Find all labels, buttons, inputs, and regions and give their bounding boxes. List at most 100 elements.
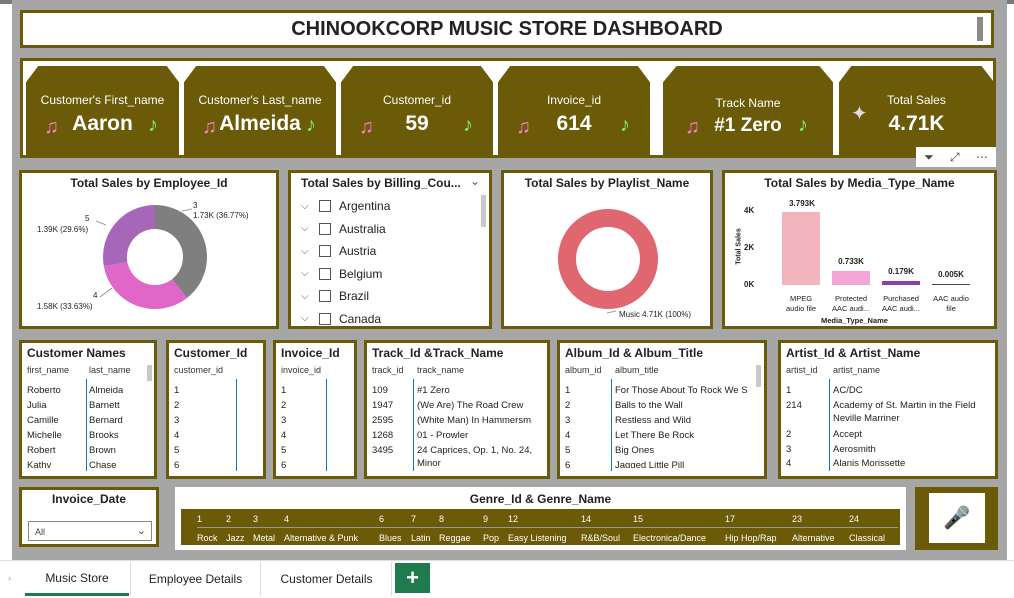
- genre-name[interactable]: Jazz: [226, 533, 245, 543]
- donut-slice-5[interactable]: [102, 205, 155, 267]
- slicer-item[interactable]: ⌵ Brazil: [301, 285, 471, 308]
- table-cell[interactable]: 24 Caprices, Op. 1, No. 24,: [417, 445, 542, 456]
- table-cell[interactable]: 1: [281, 385, 286, 396]
- table-cell[interactable]: 4: [786, 458, 791, 469]
- table-cell[interactable]: Kathy: [27, 460, 51, 468]
- table-cell[interactable]: 3: [565, 415, 570, 426]
- table-cell[interactable]: Aerosmith: [833, 444, 986, 455]
- column-header[interactable]: track_id: [372, 365, 404, 375]
- table-cell[interactable]: 3495: [372, 445, 393, 456]
- table-cell[interactable]: Jagged Little Pill: [615, 460, 755, 468]
- column-header[interactable]: invoice_id: [281, 365, 321, 375]
- checkbox[interactable]: [319, 312, 331, 325]
- table-cell[interactable]: 1: [565, 385, 570, 396]
- table-cell[interactable]: 6: [281, 460, 286, 471]
- checkbox[interactable]: [319, 222, 331, 235]
- table-cell[interactable]: 109: [372, 385, 388, 396]
- genre-name[interactable]: Easy Listening: [508, 533, 567, 543]
- genre-id[interactable]: 24: [849, 514, 859, 524]
- genre-id[interactable]: 3: [253, 514, 258, 524]
- table-cell[interactable]: #1 Zero: [417, 385, 542, 396]
- genre-name[interactable]: Alternative & Punk: [284, 533, 358, 543]
- table-cell[interactable]: Let There Be Rock: [615, 430, 755, 441]
- chevron-down-icon[interactable]: ⌵: [301, 223, 319, 234]
- genre-name[interactable]: Alternative: [792, 533, 835, 543]
- genre-id[interactable]: 8: [439, 514, 444, 524]
- chevron-down-icon[interactable]: ⌄: [137, 524, 146, 537]
- bar-mpeg[interactable]: [782, 212, 820, 285]
- table-cell[interactable]: 3: [281, 415, 286, 426]
- table-cell[interactable]: 4: [174, 430, 179, 441]
- donut-slice-4[interactable]: [103, 262, 187, 310]
- table-cell[interactable]: Roberto: [27, 385, 61, 396]
- table-cell[interactable]: 3: [786, 444, 791, 455]
- slicer-item[interactable]: ⌵ Canada: [301, 308, 471, 331]
- focus-mode-icon[interactable]: ⤢: [950, 150, 960, 165]
- column-header[interactable]: first_name: [27, 365, 69, 375]
- table-cell[interactable]: 6: [174, 460, 179, 471]
- table-cell[interactable]: 2: [565, 400, 570, 411]
- scrollbar[interactable]: [481, 195, 486, 227]
- table-cell[interactable]: Alanis Morissette: [833, 458, 986, 469]
- checkbox[interactable]: [319, 245, 331, 258]
- table-cell[interactable]: 01 - Prowler: [417, 430, 542, 441]
- bar-purchased[interactable]: [882, 281, 920, 285]
- table-cell[interactable]: 2: [174, 400, 179, 411]
- checkbox[interactable]: [319, 267, 331, 280]
- table-cell[interactable]: Barnett: [89, 400, 120, 411]
- table-cell[interactable]: 214: [786, 400, 802, 411]
- bar-protected[interactable]: [832, 271, 870, 285]
- table-cell[interactable]: Almeida: [89, 385, 123, 396]
- column-header[interactable]: customer_id: [174, 365, 223, 375]
- slicer-item[interactable]: ⌵ Australia: [301, 218, 471, 241]
- table-cell[interactable]: For Those About To Rock We S: [615, 385, 755, 396]
- chevron-right-icon[interactable]: ›: [8, 573, 11, 583]
- table-cell[interactable]: Minor: [417, 458, 542, 469]
- genre-name[interactable]: Electronica/Dance: [633, 533, 706, 543]
- genre-id[interactable]: 2: [226, 514, 231, 524]
- table-cell[interactable]: Big Ones: [615, 445, 755, 456]
- genre-name[interactable]: R&B/Soul: [581, 533, 620, 543]
- tab-employee-details[interactable]: Employee Details: [130, 562, 261, 596]
- chevron-down-icon[interactable]: ⌵: [301, 201, 319, 212]
- genre-id[interactable]: 6: [379, 514, 384, 524]
- table-cell[interactable]: Michelle: [27, 430, 62, 441]
- table-cell[interactable]: Academy of St. Martin in the Field: [833, 400, 986, 411]
- donut-slice-music[interactable]: [558, 209, 658, 309]
- table-cell[interactable]: 1: [786, 385, 791, 396]
- table-cell[interactable]: Chase: [89, 460, 116, 468]
- table-cell[interactable]: (White Man) In Hammersm: [417, 415, 542, 426]
- genre-id[interactable]: 12: [508, 514, 518, 524]
- add-page-button[interactable]: +: [395, 563, 430, 593]
- checkbox[interactable]: [319, 290, 331, 303]
- table-cell[interactable]: 2: [786, 429, 791, 440]
- table-cell[interactable]: Julia: [27, 400, 47, 411]
- chevron-down-icon[interactable]: ⌵: [301, 313, 319, 324]
- table-cell[interactable]: 5: [281, 445, 286, 456]
- bar-aac[interactable]: [932, 284, 970, 285]
- genre-id[interactable]: 15: [633, 514, 643, 524]
- table-cell[interactable]: 6: [565, 460, 570, 468]
- genre-name[interactable]: Hip Hop/Rap: [725, 533, 777, 543]
- table-cell[interactable]: Camille: [27, 415, 59, 426]
- column-header[interactable]: album_id: [565, 365, 602, 375]
- table-cell[interactable]: Robert: [27, 445, 56, 456]
- slicer-item[interactable]: ⌵ Belgium: [301, 263, 471, 286]
- column-header[interactable]: artist_id: [786, 365, 818, 375]
- table-cell[interactable]: Bernard: [89, 415, 123, 426]
- tab-customer-details[interactable]: Customer Details: [262, 562, 392, 596]
- genre-name[interactable]: Reggae: [439, 533, 471, 543]
- invoice-date-dropdown[interactable]: All ⌄: [28, 521, 152, 541]
- table-cell[interactable]: Restless and Wild: [615, 415, 755, 426]
- column-header[interactable]: last_name: [89, 365, 131, 375]
- tab-music-store[interactable]: Music Store: [25, 562, 129, 596]
- slicer-item[interactable]: ⌵ Argentina: [301, 195, 471, 218]
- table-cell[interactable]: 1268: [372, 430, 393, 441]
- chevron-down-icon[interactable]: ⌵: [301, 246, 319, 257]
- table-cell[interactable]: 2: [281, 400, 286, 411]
- genre-id[interactable]: 17: [725, 514, 735, 524]
- scrollbar[interactable]: [756, 365, 761, 387]
- genre-id[interactable]: 14: [581, 514, 591, 524]
- table-cell[interactable]: 4: [281, 430, 286, 441]
- genre-id[interactable]: 1: [197, 514, 202, 524]
